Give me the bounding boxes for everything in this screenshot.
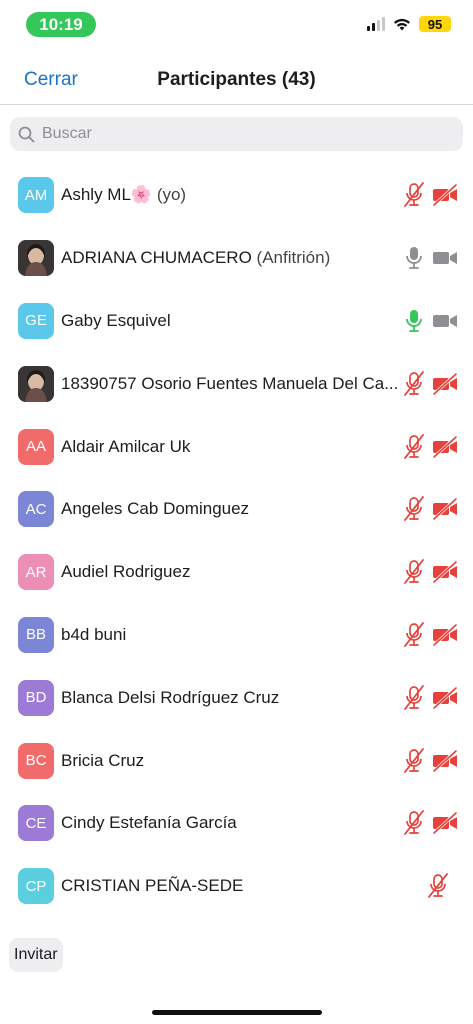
video-off-icon[interactable] [432,812,458,835]
avatar: BB [18,616,54,653]
video-off-icon[interactable] [432,498,458,521]
avatar: AM [18,177,54,214]
participant-name: Ashly ML🌸 (yo) [61,185,403,205]
mic-muted-icon[interactable] [403,182,425,208]
participant-row[interactable]: AA Aldair Amilcar Uk [0,415,473,478]
participant-name-text: Blanca Delsi Rodríguez Cruz [61,687,280,707]
participant-name: Blanca Delsi Rodríguez Cruz [61,688,403,708]
avatar: AR [18,554,54,591]
status-bar: 10:19 95 [0,0,473,48]
invite-button[interactable]: Invitar [9,938,63,972]
participant-row[interactable]: AM Ashly ML🌸 (yo) [0,164,473,227]
participant-name-text: Bricia Cruz [61,750,145,770]
video-off-icon[interactable] [432,686,458,709]
mic-muted-icon[interactable] [403,496,425,522]
participant-name: Audiel Rodriguez [61,562,403,582]
video-off-icon[interactable] [432,623,458,646]
video-camera-icon[interactable] [432,247,458,269]
participant-name-text: Cindy Estefanía García [61,813,237,833]
search-icon [10,126,42,143]
mic-icon[interactable] [403,245,425,271]
participant-name-text: 18390757 Osorio Fuentes Manuela Del Ca..… [61,373,399,393]
participant-name-text: CRISTIAN PEÑA-SEDE [61,876,244,896]
mic-muted-icon[interactable] [403,622,425,648]
video-off-icon[interactable] [432,435,458,458]
participant-name-text: Angeles Cab Dominguez [61,499,250,519]
participant-row[interactable]: BD Blanca Delsi Rodríguez Cruz [0,666,473,729]
video-off-icon[interactable] [432,184,458,207]
participant-list: AM Ashly ML🌸 (yo) ADRIANA CHUMACERO (Anfit… [0,164,473,918]
participant-name: 18390757 Osorio Fuentes Manuela Del Ca..… [61,374,403,394]
avatar: BD [18,679,54,716]
cellular-signal-icon [367,17,385,31]
avatar: CE [18,805,54,842]
mic-muted-icon[interactable] [403,747,425,774]
participant-row[interactable]: CE Cindy Estefanía García [0,792,473,855]
video-off-icon[interactable] [432,749,458,772]
search-input[interactable] [42,125,442,143]
participant-name: CRISTIAN PEÑA-SEDE [61,876,403,896]
wifi-icon [394,18,410,31]
participant-name: b4d buni [61,625,403,645]
participant-name: ADRIANA CHUMACERO (Anfitrión) [61,248,403,268]
page-title: Participantes (43) [157,69,316,90]
participant-name-text: Aldair Amilcar Uk [61,436,191,456]
home-indicator [152,1010,322,1015]
participant-row[interactable]: AR Audiel Rodriguez [0,541,473,604]
participant-row[interactable]: ADRIANA CHUMACERO (Anfitrión) [0,227,473,290]
avatar: CP [18,868,54,905]
video-off-icon[interactable] [432,561,458,584]
avatar [18,365,54,402]
mic-muted-icon[interactable] [403,810,425,836]
participant-name-text: Audiel Rodriguez [61,562,191,582]
status-time: 10:19 [26,12,96,37]
avatar: AC [18,491,54,528]
mic-muted-icon[interactable] [403,684,425,711]
participant-name-text: ADRIANA CHUMACERO [61,248,252,268]
participant-row[interactable]: CP CRISTIAN PEÑA-SEDE [0,855,473,918]
participant-row[interactable]: 18390757 Osorio Fuentes Manuela Del Ca..… [0,352,473,415]
avatar [18,240,54,277]
battery-indicator: 95 [419,16,451,32]
participant-row[interactable]: GE Gaby Esquivel [0,290,473,353]
participant-name-text: b4d buni [61,624,127,644]
search-bar[interactable] [10,117,463,151]
status-indicators: 95 [367,16,451,32]
participant-row[interactable]: BC Bricia Cruz [0,729,473,792]
avatar: GE [18,302,54,339]
video-off-icon[interactable] [432,372,458,395]
participant-name: Aldair Amilcar Uk [61,437,403,457]
participant-name-text: Ashly ML🌸 [61,185,153,205]
mic-muted-icon[interactable] [403,559,425,585]
mic-muted-icon[interactable] [427,873,449,899]
participant-row[interactable]: AC Angeles Cab Dominguez [0,478,473,541]
participant-role-suffix: (Anfitrión) [256,248,331,268]
avatar: AA [18,428,54,465]
mic-muted-icon[interactable] [403,433,425,460]
participant-name: Gaby Esquivel [61,311,403,331]
video-camera-icon[interactable] [432,310,458,332]
mic-muted-icon[interactable] [403,370,425,397]
nav-bar: Cerrar Participantes (43) [0,58,473,105]
avatar: BC [18,742,54,779]
participant-name: Angeles Cab Dominguez [61,499,403,519]
participant-row[interactable]: BB b4d buni [0,604,473,667]
participant-name: Cindy Estefanía García [61,813,403,833]
participant-name-text: Gaby Esquivel [61,310,171,330]
participant-name: Bricia Cruz [61,751,403,771]
participant-role-suffix: (yo) [156,185,187,205]
mic-speaking-icon[interactable] [403,308,425,334]
